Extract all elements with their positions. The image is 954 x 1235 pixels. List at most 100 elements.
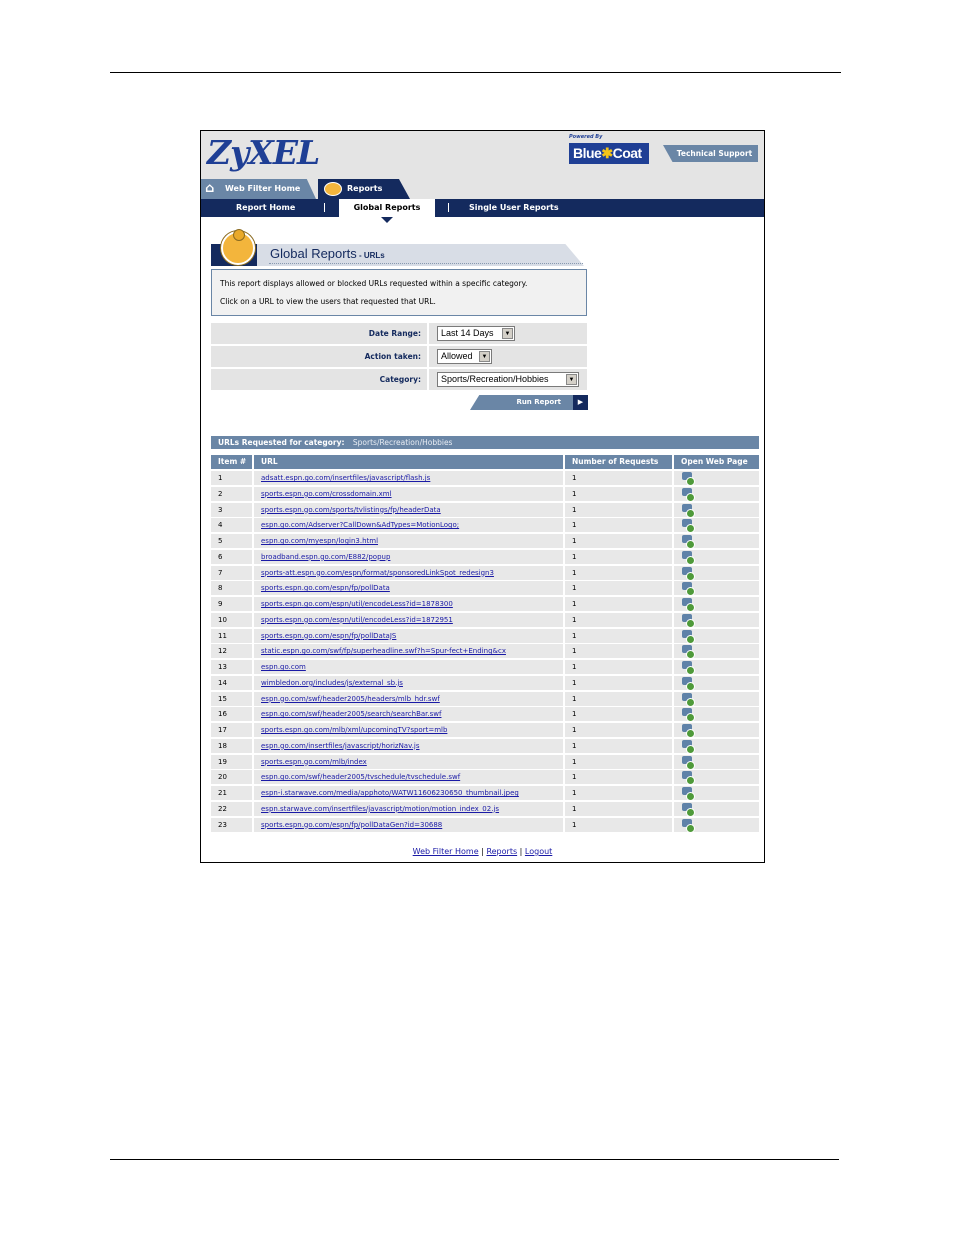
row-open-web-page <box>674 644 759 659</box>
table-row: 2 sports.espn.go.com/crossdomain.xml 1 <box>211 486 759 501</box>
open-web-page-icon[interactable] <box>682 755 695 769</box>
row-requests: 1 <box>565 723 672 737</box>
action-taken-cell: Allowed ▼ <box>429 346 587 367</box>
row-url-link[interactable]: sports.espn.go.com/crossdomain.xml <box>261 490 392 498</box>
row-url-link[interactable]: sports.espn.go.com/espn/util/encodeLess?… <box>261 616 453 624</box>
browser-frame: ZyXEL Powered By Blue✱Coat Technical Sup… <box>200 130 765 863</box>
tab-reports[interactable]: Reports <box>318 179 410 199</box>
category-cell: Sports/Recreation/Hobbies ▼ <box>429 369 587 390</box>
global-reports-icon <box>221 229 255 265</box>
technical-support-button[interactable]: Technical Support <box>663 145 758 162</box>
open-web-page-icon[interactable] <box>682 598 695 611</box>
row-open-web-page <box>674 691 759 706</box>
open-web-page-icon[interactable] <box>682 739 695 753</box>
table-row: 5 espn.go.com/myespn/login3.html 1 <box>211 534 759 548</box>
row-url-link[interactable]: espn.go.com/Adserver?CallDown&AdTypes=Mo… <box>261 521 459 529</box>
row-open-web-page <box>674 486 759 501</box>
row-url-link[interactable]: sports.espn.go.com/espn/fp/pollDataGen?i… <box>261 821 442 829</box>
open-web-page-icon[interactable] <box>682 802 695 816</box>
row-url-link[interactable]: sports.espn.go.com/mlb/xml/upcomingTV?sp… <box>261 726 447 734</box>
row-url-cell: espn.starwave.com/insertfiles/javascript… <box>254 801 563 816</box>
row-item-number: 2 <box>211 486 252 501</box>
row-url-link[interactable]: sports.espn.go.com/sports/tvlistings/fp/… <box>261 506 441 514</box>
category-select[interactable]: Sports/Recreation/Hobbies ▼ <box>437 372 579 387</box>
row-open-web-page <box>674 754 759 769</box>
row-item-number: 16 <box>211 707 252 722</box>
table-row: 20 espn.go.com/swf/header2005/tvschedule/… <box>211 770 759 785</box>
row-url-link[interactable]: espn.go.com/swf/header2005/headers/mlb_h… <box>261 695 440 703</box>
open-web-page-icon[interactable] <box>682 661 695 674</box>
row-open-web-page <box>674 786 759 800</box>
row-open-web-page <box>674 738 759 753</box>
col-header-requests[interactable]: Number of Requests <box>565 455 672 469</box>
chevron-down-icon: ▼ <box>479 351 490 362</box>
row-url-cell: espn-i.starwave.com/media/apphoto/WATW11… <box>254 786 563 800</box>
row-url-link[interactable]: sports.espn.go.com/espn/fp/pollDataJS <box>261 632 396 640</box>
open-web-page-icon[interactable] <box>682 708 695 722</box>
open-web-page-icon[interactable] <box>682 724 695 737</box>
open-web-page-icon[interactable] <box>682 503 695 517</box>
row-url-link[interactable]: sports.espn.go.com/espn/fp/pollData <box>261 584 390 592</box>
row-item-number: 7 <box>211 565 252 580</box>
row-url-link[interactable]: espn.go.com <box>261 663 306 671</box>
open-web-page-icon[interactable] <box>682 487 695 501</box>
open-web-page-icon[interactable] <box>682 676 695 690</box>
row-url-link[interactable]: espn.go.com/swf/header2005/tvschedule/tv… <box>261 773 460 781</box>
row-url-cell: static.espn.go.com/swf/fp/superheadline.… <box>254 644 563 659</box>
row-url-link[interactable]: espn.go.com/insertfiles/javascript/horiz… <box>261 742 420 750</box>
action-taken-row: Action taken: Allowed ▼ <box>211 346 587 367</box>
row-url-link[interactable]: sports-att.espn.go.com/espn/format/spons… <box>261 569 494 577</box>
nav-global-reports[interactable]: Global Reports <box>339 199 435 217</box>
open-web-page-icon[interactable] <box>682 550 695 564</box>
row-url-link[interactable]: broadband.espn.go.com/E882/popup <box>261 553 390 561</box>
row-url-link[interactable]: espn.starwave.com/insertfiles/javascript… <box>261 805 499 813</box>
open-web-page-icon[interactable] <box>682 566 695 580</box>
footer-reports-link[interactable]: Reports <box>486 847 517 856</box>
open-web-page-icon[interactable] <box>682 535 695 548</box>
col-header-item[interactable]: Item # <box>211 455 252 469</box>
row-requests: 1 <box>565 486 672 501</box>
row-requests: 1 <box>565 502 672 517</box>
row-url-link[interactable]: espn.go.com/myespn/login3.html <box>261 537 378 545</box>
row-url-link[interactable]: adsatt.espn.go.com/insertfiles/javascrip… <box>261 474 430 482</box>
date-range-select[interactable]: Last 14 Days ▼ <box>437 326 515 341</box>
play-arrow-icon[interactable]: ▶ <box>573 395 588 410</box>
row-item-number: 6 <box>211 549 252 564</box>
action-taken-select[interactable]: Allowed ▼ <box>437 349 492 364</box>
row-url-link[interactable]: static.espn.go.com/swf/fp/superheadline.… <box>261 647 506 655</box>
row-item-number: 18 <box>211 738 252 753</box>
open-web-page-icon[interactable] <box>682 613 695 627</box>
row-open-web-page <box>674 675 759 690</box>
open-web-page-icon[interactable] <box>682 629 695 643</box>
nav-single-user-reports[interactable]: Single User Reports <box>469 199 559 217</box>
footer-links: Web Filter Home | Reports | Logout <box>201 847 764 856</box>
tab-web-filter-home[interactable]: ⌂ Web Filter Home <box>201 179 316 199</box>
run-report-button[interactable]: Run Report <box>470 395 573 410</box>
row-url-link[interactable]: espn-i.starwave.com/media/apphoto/WATW11… <box>261 789 519 797</box>
row-url-link[interactable]: espn.go.com/swf/header2005/search/search… <box>261 710 441 718</box>
date-range-label: Date Range: <box>211 323 427 344</box>
open-web-page-icon[interactable] <box>682 582 695 596</box>
table-row: 13 espn.go.com 1 <box>211 660 759 674</box>
footer-web-filter-home-link[interactable]: Web Filter Home <box>413 847 479 856</box>
table-row: 9 sports.espn.go.com/espn/util/encodeLess… <box>211 597 759 611</box>
col-header-url[interactable]: URL <box>254 455 563 469</box>
description-line-2: Click on a URL to view the users that re… <box>220 297 436 306</box>
open-web-page-icon[interactable] <box>682 645 695 659</box>
footer-logout-link[interactable]: Logout <box>525 847 552 856</box>
open-web-page-icon[interactable] <box>682 818 695 832</box>
row-url-link[interactable]: sports.espn.go.com/mlb/index <box>261 758 367 766</box>
row-url-cell: sports.espn.go.com/espn/fp/pollDataGen?i… <box>254 817 563 832</box>
open-web-page-icon[interactable] <box>682 771 695 785</box>
row-url-link[interactable]: sports.espn.go.com/espn/util/encodeLess?… <box>261 600 453 608</box>
row-requests: 1 <box>565 565 672 580</box>
row-url-link[interactable]: wimbledon.org/includes/js/external_sb.js <box>261 679 403 687</box>
row-item-number: 5 <box>211 534 252 548</box>
open-web-page-icon[interactable] <box>682 692 695 706</box>
open-web-page-icon[interactable] <box>682 787 695 800</box>
open-web-page-icon[interactable] <box>682 519 695 533</box>
row-url-cell: espn.go.com/swf/header2005/headers/mlb_h… <box>254 691 563 706</box>
row-open-web-page <box>674 549 759 564</box>
open-web-page-icon[interactable] <box>682 472 695 485</box>
nav-report-home[interactable]: Report Home <box>236 199 295 217</box>
